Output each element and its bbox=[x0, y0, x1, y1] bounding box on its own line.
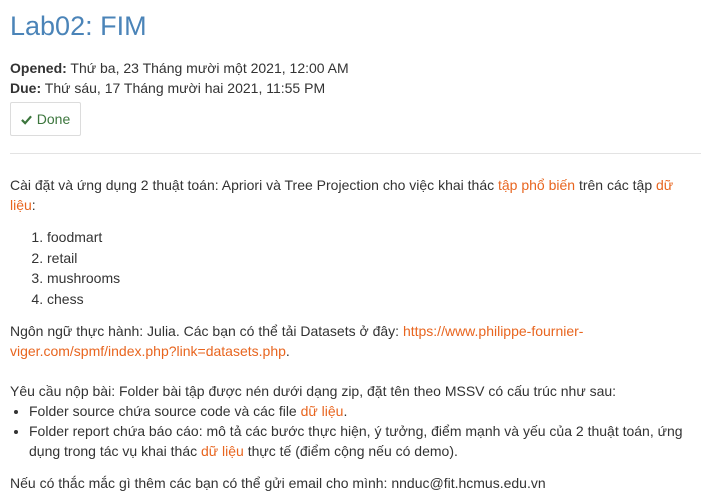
requirements-intro: Yêu cầu nộp bài: Folder bài tập được nén… bbox=[10, 383, 617, 399]
due-row: Due: Thứ sáu, 17 Tháng mười hai 2021, 11… bbox=[10, 78, 349, 98]
assignment-description: Cài đặt và ứng dụng 2 thuật toán: Aprior… bbox=[10, 175, 700, 493]
due-label: Due: bbox=[10, 80, 42, 96]
done-button[interactable]: Done bbox=[10, 102, 81, 136]
requirements-list: Folder source chứa source code và các fi… bbox=[10, 401, 700, 461]
opened-value: Thứ ba, 23 Tháng mười một 2021, 12:00 AM bbox=[66, 60, 349, 76]
list-item: foodmart bbox=[47, 227, 700, 248]
list-item: chess bbox=[47, 289, 700, 310]
language-text: Ngôn ngữ thực hành: Julia. Các bạn có th… bbox=[10, 323, 403, 339]
dates-block: Opened: Thứ ba, 23 Tháng mười một 2021, … bbox=[10, 58, 349, 98]
req-source-period: . bbox=[343, 403, 348, 419]
highlight-data: dữ liệu bbox=[201, 443, 244, 459]
divider bbox=[10, 153, 701, 154]
req-source-text: Folder source chứa source code và các fi… bbox=[29, 403, 301, 419]
opened-row: Opened: Thứ ba, 23 Tháng mười một 2021, … bbox=[10, 58, 349, 78]
list-item: Folder source chứa source code và các fi… bbox=[29, 401, 700, 421]
language-paragraph: Ngôn ngữ thực hành: Julia. Các bạn có th… bbox=[10, 321, 700, 361]
language-period: . bbox=[285, 343, 290, 359]
check-icon bbox=[20, 115, 32, 125]
due-value: Thứ sáu, 17 Tháng mười hai 2021, 11:55 P… bbox=[41, 80, 326, 96]
intro-text: Cài đặt và ứng dụng 2 thuật toán: Aprior… bbox=[10, 177, 498, 193]
req-report-after: thực tế (điểm cộng nếu có demo). bbox=[243, 443, 458, 459]
intro-colon: : bbox=[31, 197, 36, 213]
list-item: Folder report chứa báo cáo: mô tả các bư… bbox=[29, 421, 700, 461]
dataset-list: foodmart retail mushrooms chess bbox=[10, 227, 700, 309]
contact-paragraph: Nếu có thắc mắc gì thêm các bạn có thể g… bbox=[10, 475, 546, 491]
intro-paragraph: Cài đặt và ứng dụng 2 thuật toán: Aprior… bbox=[10, 175, 700, 215]
highlight-data: dữ liệu bbox=[300, 403, 344, 419]
page-title: Lab02: FIM bbox=[10, 11, 147, 41]
done-label: Done bbox=[36, 111, 71, 127]
intro-text-2: trên các tập bbox=[575, 177, 657, 193]
list-item: retail bbox=[47, 248, 700, 269]
opened-label: Opened: bbox=[10, 60, 67, 76]
list-item: mushrooms bbox=[47, 268, 700, 289]
highlight-frequent-itemsets: tập phổ biến bbox=[498, 177, 576, 193]
